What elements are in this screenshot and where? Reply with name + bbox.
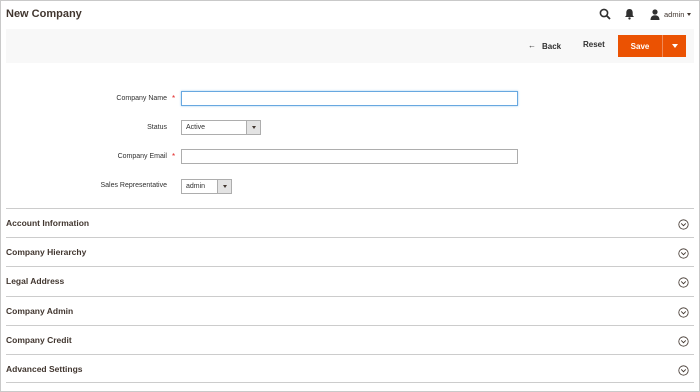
status-label: Status <box>147 124 167 131</box>
user-name: admin <box>664 9 685 19</box>
section-title: Advanced Settings <box>6 364 83 374</box>
section-company-credit[interactable]: Company Credit <box>6 325 694 354</box>
arrow-left-icon: ← <box>528 41 536 50</box>
section-title: Account Information <box>6 218 90 228</box>
page-title: New Company <box>6 8 82 20</box>
company-email-label: Company Email <box>117 153 167 160</box>
section-title: Company Admin <box>6 306 74 316</box>
chevron-down-icon <box>687 12 692 16</box>
section-title: Company Hierarchy <box>6 247 87 257</box>
company-name-input[interactable] <box>181 91 518 106</box>
chevron-down-circle-icon <box>678 248 689 259</box>
required-marker: * <box>172 152 176 161</box>
reset-button[interactable]: Reset <box>583 40 605 49</box>
select-arrow <box>217 180 231 193</box>
section-account-information[interactable]: Account Information <box>6 208 694 237</box>
page-header: New Company admin <box>0 0 700 29</box>
section-company-hierarchy[interactable]: Company Hierarchy <box>6 237 694 266</box>
chevron-down-circle-icon <box>678 336 689 347</box>
bell-icon[interactable] <box>624 8 635 20</box>
sales-representative-select[interactable]: admin <box>181 179 232 194</box>
chevron-down-icon <box>251 126 256 129</box>
status-select-value: Active <box>186 124 206 131</box>
chevron-down-circle-icon <box>678 219 689 230</box>
section-title: Company Credit <box>6 335 72 345</box>
search-icon[interactable] <box>599 8 611 20</box>
company-name-label: Company Name <box>116 95 167 102</box>
chevron-down-circle-icon <box>678 277 689 288</box>
section-title: Legal Address <box>6 276 65 286</box>
save-options-toggle[interactable] <box>662 35 686 57</box>
user-icon <box>650 8 660 20</box>
save-button[interactable]: Save <box>618 35 662 57</box>
sales-representative-label: Sales Representative <box>100 182 167 189</box>
section-advanced-settings[interactable]: Advanced Settings <box>6 354 694 383</box>
user-menu[interactable]: admin <box>650 7 692 21</box>
sales-representative-select-value: admin <box>186 183 206 190</box>
save-split-button: Save <box>618 35 686 57</box>
company-email-input[interactable] <box>181 149 518 164</box>
select-arrow <box>246 121 260 134</box>
chevron-down-circle-icon <box>678 365 689 376</box>
page-actions-bar: ← Back Reset Save <box>6 29 694 63</box>
chevron-down-circle-icon <box>678 307 689 318</box>
back-button[interactable]: ← Back <box>528 40 561 52</box>
section-company-admin[interactable]: Company Admin <box>6 296 694 325</box>
section-legal-address[interactable]: Legal Address <box>6 266 694 295</box>
status-select[interactable]: Active <box>181 120 261 135</box>
chevron-down-icon <box>222 185 227 188</box>
back-button-label: Back <box>542 41 562 51</box>
required-marker: * <box>172 94 176 103</box>
chevron-down-icon <box>671 44 678 48</box>
